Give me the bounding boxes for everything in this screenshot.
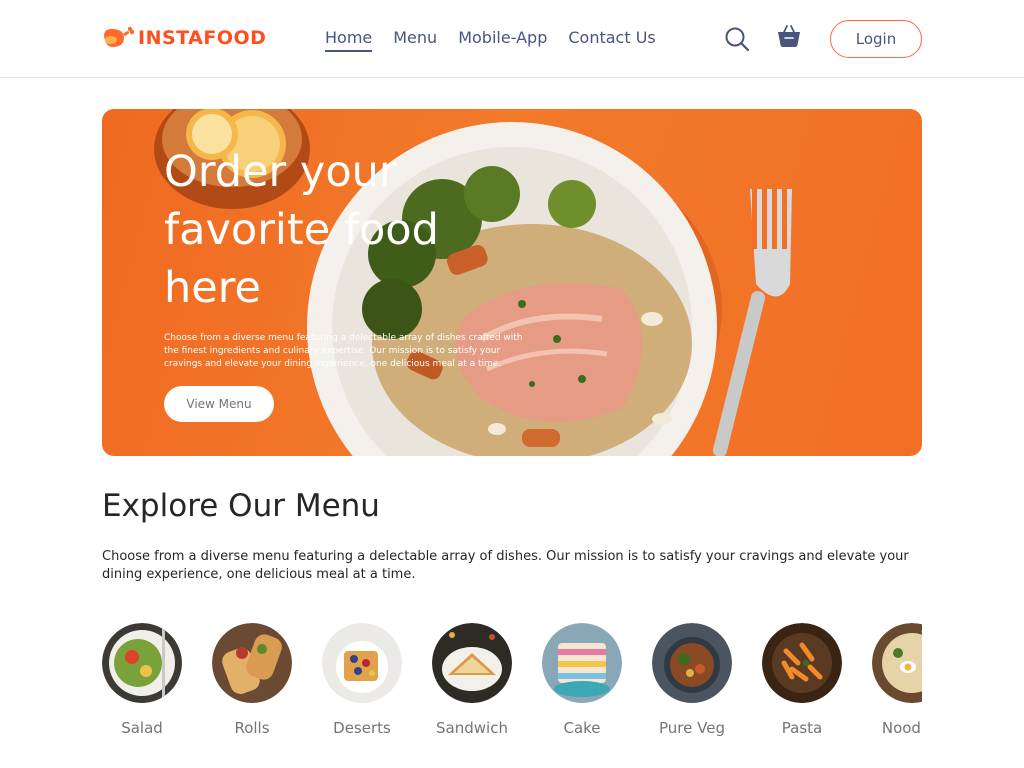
salad-image (102, 623, 182, 703)
menu-category-deserts[interactable]: Deserts (322, 623, 402, 737)
menu-category-label: Deserts (333, 719, 391, 737)
hero-banner: Order your favorite food here Choose fro… (102, 109, 922, 456)
menu-category-cake[interactable]: Cake (542, 623, 622, 737)
menu-category-label: Cake (563, 719, 601, 737)
pure-veg-image (652, 623, 732, 703)
menu-category-pasta[interactable]: Pasta (762, 623, 842, 737)
menu-category-label: Pure Veg (659, 719, 725, 737)
menu-category-label: Noodles (881, 719, 922, 737)
menu-category-noodles[interactable]: Noodles (872, 623, 922, 737)
menu-category-sandwich[interactable]: Sandwich (432, 623, 512, 737)
menu-category-rolls[interactable]: Rolls (212, 623, 292, 737)
pasta-image (762, 623, 842, 703)
brand-logo[interactable]: INSTAFOOD (102, 26, 266, 50)
chicken-leg-icon (104, 26, 134, 48)
nav-item-home[interactable]: Home (325, 28, 373, 52)
cake-image (542, 623, 622, 703)
menu-category-salad[interactable]: Salad (102, 623, 182, 737)
brand-name: INSTAFOOD (138, 27, 267, 49)
nav-item-menu[interactable]: Menu (393, 28, 437, 52)
menu-category-label: Pasta (781, 719, 823, 737)
nav-item-contact-us[interactable]: Contact Us (568, 28, 655, 52)
noodles-image (872, 623, 922, 703)
hero-title: Order your favorite food here (164, 147, 439, 313)
menu-category-label: Sandwich (436, 719, 508, 737)
navbar: INSTAFOOD Home Menu Mobile-App Contact U… (0, 0, 1024, 78)
deserts-image (322, 623, 402, 703)
search-icon[interactable] (724, 26, 750, 52)
menu-category-label: Rolls (234, 719, 270, 737)
explore-menu-title: Explore Our Menu (102, 488, 380, 524)
rolls-image (212, 623, 292, 703)
menu-category-list: Salad Rolls Deserts Sandwich Cake Pure V… (102, 623, 922, 753)
menu-category-label: Salad (121, 719, 163, 737)
login-button[interactable]: Login (830, 20, 922, 58)
basket-icon[interactable] (777, 24, 801, 48)
hero-description: Choose from a diverse menu featuring a d… (164, 333, 523, 369)
nav-menu: Home Menu Mobile-App Contact Us (325, 28, 677, 52)
view-menu-button[interactable]: View Menu (164, 386, 274, 422)
nav-item-mobile-app[interactable]: Mobile-App (458, 28, 547, 52)
menu-category-pure-veg[interactable]: Pure Veg (652, 623, 732, 737)
sandwich-image (432, 623, 512, 703)
explore-menu-description: Choose from a diverse menu featuring a d… (102, 549, 909, 582)
